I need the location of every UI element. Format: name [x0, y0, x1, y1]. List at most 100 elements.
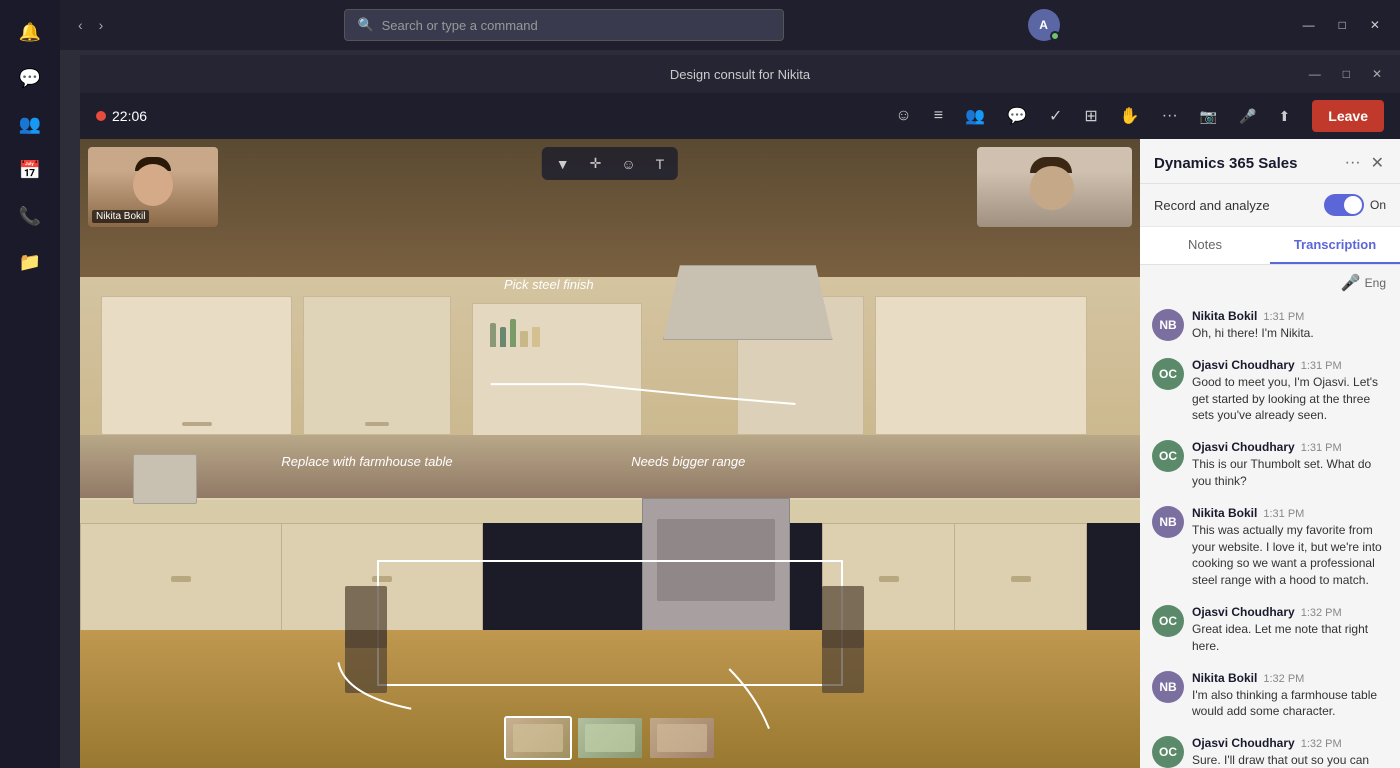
- panel-header: Dynamics 365 Sales ··· ✕: [1140, 139, 1400, 184]
- sidebar-item-files[interactable]: 📁: [8, 240, 52, 284]
- filmstrip-thumb-2[interactable]: [576, 716, 644, 760]
- panel-close-button[interactable]: ✕: [1369, 151, 1386, 175]
- meeting-window: Design consult for Nikita — □ ✕ 22:06 ☺ …: [80, 55, 1400, 768]
- move-tool-button[interactable]: ✛: [584, 151, 608, 176]
- toggle-knob: [1344, 196, 1362, 214]
- transcript-list: NB Nikita Bokil 1:31 PM Oh, hi there! I'…: [1140, 293, 1400, 768]
- avatar-nikita-3: NB: [1152, 671, 1184, 703]
- transcript-message-4: NB Nikita Bokil 1:31 PM This was actuall…: [1140, 498, 1400, 597]
- annotation-needs-range: Needs bigger range: [631, 454, 745, 469]
- sidebar-item-teams[interactable]: 👥: [8, 102, 52, 146]
- avatar-ojasvi-2: OC: [1152, 440, 1184, 472]
- msg-name-7: Ojasvi Choudhary: [1192, 736, 1295, 750]
- emoji-button[interactable]: ☺: [887, 101, 919, 131]
- maximize-button[interactable]: □: [1331, 14, 1354, 36]
- nav-buttons: ‹ ›: [72, 13, 109, 37]
- self-name-label: Nikita Bokil: [92, 210, 149, 223]
- msg-name-4: Nikita Bokil: [1192, 506, 1257, 520]
- tasks-button[interactable]: ✓: [1041, 100, 1070, 132]
- panel-more-button[interactable]: ···: [1343, 151, 1363, 175]
- panel-title: Dynamics 365 Sales: [1154, 155, 1297, 172]
- mic-language-row: 🎤 Eng: [1140, 265, 1400, 293]
- msg-time-2: 1:31 PM: [1301, 360, 1342, 372]
- msg-name-6: Nikita Bokil: [1192, 671, 1257, 685]
- filter-tool-button[interactable]: ▼: [550, 152, 576, 176]
- msg-text-6: I'm also thinking a farmhouse table woul…: [1192, 687, 1388, 721]
- leave-button[interactable]: Leave: [1312, 100, 1384, 132]
- msg-text-3: This is our Thumbolt set. What do you th…: [1192, 456, 1388, 490]
- avatar-ojasvi-1: OC: [1152, 358, 1184, 390]
- meeting-minimize[interactable]: —: [1301, 65, 1329, 83]
- msg-time-4: 1:31 PM: [1263, 508, 1304, 520]
- transcript-message-2: OC Ojasvi Choudhary 1:31 PM Good to meet…: [1140, 350, 1400, 432]
- avatar-ojasvi-4: OC: [1152, 736, 1184, 768]
- participant-self-thumbnail: Nikita Bokil: [88, 147, 218, 227]
- msg-content-6: Nikita Bokil 1:32 PM I'm also thinking a…: [1192, 671, 1388, 721]
- msg-name-3: Ojasvi Choudhary: [1192, 440, 1295, 454]
- msg-text-7: Sure. I'll draw that out so you can see …: [1192, 752, 1388, 768]
- annotation-toolbar: ▼ ✛ ☺ T: [542, 147, 678, 180]
- meeting-title-bar: Design consult for Nikita — □ ✕: [80, 55, 1400, 93]
- text-tool-button[interactable]: T: [650, 152, 671, 176]
- msg-time-6: 1:32 PM: [1263, 673, 1304, 685]
- annotation-pick-steel: Pick steel finish: [504, 277, 594, 292]
- record-analyze-row: Record and analyze On: [1140, 184, 1400, 227]
- apps-button[interactable]: ⊞: [1076, 100, 1105, 132]
- video-button[interactable]: 📷: [1192, 102, 1225, 131]
- msg-name-1: Nikita Bokil: [1192, 309, 1257, 323]
- avatar-ojasvi-3: OC: [1152, 605, 1184, 637]
- sidebar-item-calendar[interactable]: 📅: [8, 148, 52, 192]
- msg-name-5: Ojasvi Choudhary: [1192, 605, 1295, 619]
- search-bar[interactable]: 🔍 Search or type a command: [344, 9, 784, 41]
- back-button[interactable]: ‹: [72, 13, 89, 37]
- upper-cabinet-left1: [101, 296, 292, 434]
- sidebar-item-chat[interactable]: 💬: [8, 56, 52, 100]
- mic-icon: 🎤: [1341, 273, 1361, 293]
- emoji-tool-button[interactable]: ☺: [615, 152, 641, 176]
- tab-notes[interactable]: Notes: [1140, 227, 1270, 264]
- meeting-maximize[interactable]: □: [1335, 65, 1358, 83]
- more-button[interactable]: ···: [1154, 101, 1186, 131]
- title-bar: ‹ › 🔍 Search or type a command A — □ ✕: [60, 0, 1400, 50]
- msg-content-1: Nikita Bokil 1:31 PM Oh, hi there! I'm N…: [1192, 309, 1388, 342]
- minimize-button[interactable]: —: [1295, 14, 1323, 36]
- side-panel: Dynamics 365 Sales ··· ✕ Record and anal…: [1140, 139, 1400, 768]
- people-button[interactable]: 👥: [957, 100, 993, 132]
- msg-name-2: Ojasvi Choudhary: [1192, 358, 1295, 372]
- sidebar-item-calls[interactable]: 📞: [8, 194, 52, 238]
- record-toggle[interactable]: [1324, 194, 1364, 216]
- meeting-close[interactable]: ✕: [1364, 65, 1390, 83]
- tab-transcription[interactable]: Transcription: [1270, 227, 1400, 264]
- range-hood: [663, 265, 833, 340]
- filmstrip-thumb-3[interactable]: [648, 716, 716, 760]
- chat-button[interactable]: 💬: [999, 100, 1035, 132]
- msg-text-4: This was actually my favorite from your …: [1192, 522, 1388, 589]
- close-button[interactable]: ✕: [1362, 14, 1388, 36]
- panel-tabs: Notes Transcription: [1140, 227, 1400, 265]
- search-icon: 🔍: [357, 17, 373, 33]
- msg-content-3: Ojasvi Choudhary 1:31 PM This is our Thu…: [1192, 440, 1388, 490]
- transcript-message-6: NB Nikita Bokil 1:32 PM I'm also thinkin…: [1140, 663, 1400, 729]
- appliance-left: [133, 454, 197, 504]
- user-avatar[interactable]: A: [1028, 9, 1060, 41]
- annotation-replace-table: Replace with farmhouse table: [281, 454, 452, 469]
- sidebar-item-activity[interactable]: 🔔: [8, 10, 52, 54]
- mic-button[interactable]: 🎤: [1231, 102, 1264, 131]
- recording-dot: [96, 111, 106, 121]
- forward-button[interactable]: ›: [93, 13, 110, 37]
- record-label: Record and analyze: [1154, 198, 1270, 213]
- msg-time-1: 1:31 PM: [1263, 311, 1304, 323]
- panel-header-actions: ··· ✕: [1343, 151, 1386, 175]
- recording-indicator: 22:06: [96, 108, 147, 124]
- share-button[interactable]: ⬆: [1271, 102, 1299, 131]
- transcript-message-7: OC Ojasvi Choudhary 1:32 PM Sure. I'll d…: [1140, 728, 1400, 768]
- left-sidebar: 🔔 💬 👥 📅 📞 📁: [0, 0, 60, 768]
- msg-time-5: 1:32 PM: [1301, 607, 1342, 619]
- search-placeholder: Search or type a command: [382, 18, 538, 33]
- participants-list-button[interactable]: ≡: [926, 101, 951, 131]
- participant-other-thumbnail: [977, 147, 1132, 227]
- user-initials: A: [1039, 18, 1048, 32]
- filmstrip-thumb-1[interactable]: [504, 716, 572, 760]
- meeting-content: Pick steel finish Replace with farmhouse…: [80, 139, 1400, 768]
- raise-hand-button[interactable]: ✋: [1112, 100, 1148, 132]
